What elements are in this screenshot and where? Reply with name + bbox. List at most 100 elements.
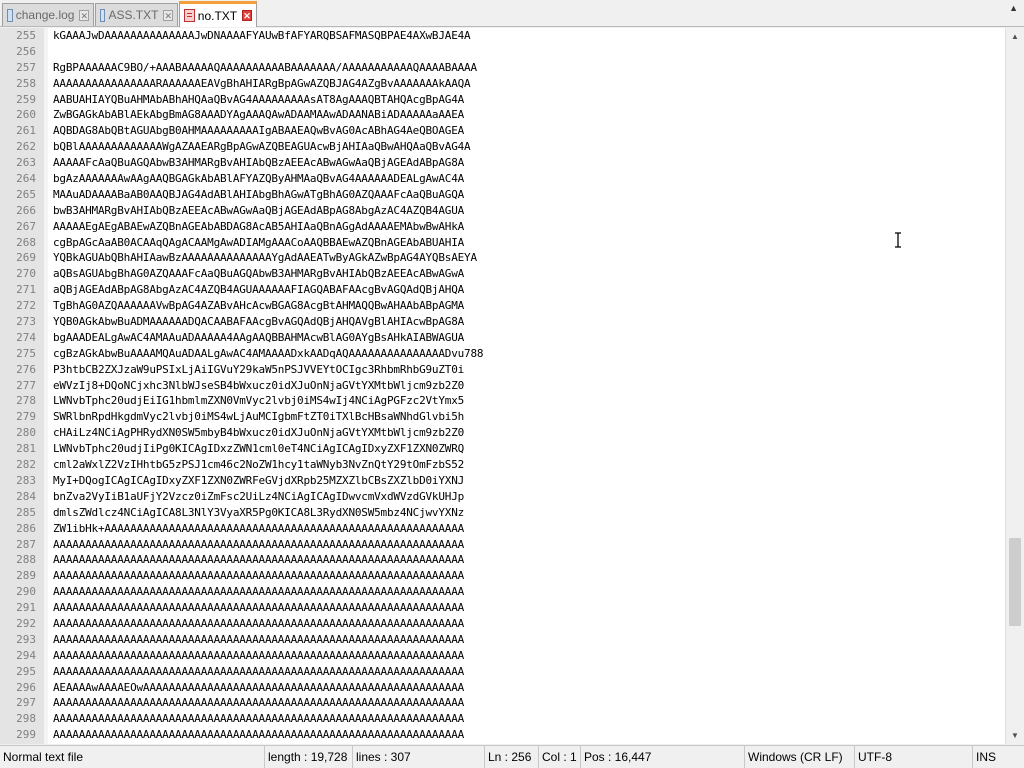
editor-line[interactable]: 280 cHAiLz4NCiAgPHRydXN0SW5mbyB4bWxucz0id… [0, 425, 1005, 441]
line-text[interactable]: bQBlAAAAAAAAAAAAAWgAZAAEARgBpAGwAZQBEAGU… [52, 139, 1005, 155]
editor-line[interactable]: 257 RgBPAAAAAAC9BO/+AAABAAAAAQAAAAAAAAAAB… [0, 60, 1005, 76]
line-text[interactable]: aQBjAGEAdABpAG8AbgAzAC4AZQB4AGUAAAAAAFIA… [52, 282, 1005, 298]
editor-line[interactable]: 264 bgAzAAAAAAAwAAgAAQBGAGkAbABlAFYAZQByA… [0, 171, 1005, 187]
line-text[interactable]: cHAiLz4NCiAgPHRydXN0SW5mbyB4bWxucz0idXJu… [52, 425, 1005, 441]
line-text[interactable]: AAAAAFcAaQBuAGQAbwB3AHMARgBvAHIAbQBzAEEA… [52, 155, 1005, 171]
editor-line[interactable]: 256 [0, 44, 1005, 60]
line-text[interactable]: AAAAAAAAAAAAAAAAAAAAAAAAAAAAAAAAAAAAAAAA… [52, 552, 1005, 568]
line-text[interactable]: AAAAAAAAAAAAAAAAAAAAAAAAAAAAAAAAAAAAAAAA… [52, 695, 1005, 711]
line-text[interactable]: cml2aWxlZ2VzIHhtbG5zPSJ1cm46c2NoZW1hcy1t… [52, 457, 1005, 473]
line-text[interactable]: RgBPAAAAAAC9BO/+AAABAAAAAQAAAAAAAAAABAAA… [52, 60, 1005, 76]
editor-line[interactable]: 295 AAAAAAAAAAAAAAAAAAAAAAAAAAAAAAAAAAAAA… [0, 664, 1005, 680]
line-text[interactable]: AAAAAAAAAAAAAAAAAAAAAAAAAAAAAAAAAAAAAAAA… [52, 711, 1005, 727]
status-eol[interactable]: Windows (CR LF) [744, 746, 854, 768]
editor-line[interactable]: 288 AAAAAAAAAAAAAAAAAAAAAAAAAAAAAAAAAAAAA… [0, 552, 1005, 568]
line-text[interactable]: kGAAAJwDAAAAAAAAAAAAAAJwDNAAAAFYAUwBfAFY… [52, 28, 1005, 44]
line-text[interactable]: TgBhAG0AZQAAAAAAVwBpAG4AZABvAHcAcwBGAG8A… [52, 298, 1005, 314]
editor-line[interactable]: 279 SWRlbnRpdHkgdmVyc2lvbj0iMS4wLjAuMCIgb… [0, 409, 1005, 425]
tab-ass-txt[interactable]: ASS.TXT ✕ [95, 3, 178, 26]
line-text[interactable]: dmlsZWdlcz4NCiAgICA8L3NlY3VyaXR5Pg0KICA8… [52, 505, 1005, 521]
close-tab-icon[interactable]: ✕ [242, 10, 252, 21]
line-text[interactable]: AAAAAEgAEgABAEwAZQBnAGEAbABDAG8AcAB5AHIA… [52, 219, 1005, 235]
editor-line[interactable]: 272 TgBhAG0AZQAAAAAAVwBpAG4AZABvAHcAcwBGA… [0, 298, 1005, 314]
editor-line[interactable]: 278 LWNvbTphc20udjEiIG1hbmlmZXN0VmVyc2lvb… [0, 393, 1005, 409]
editor-line[interactable]: 287 AAAAAAAAAAAAAAAAAAAAAAAAAAAAAAAAAAAAA… [0, 537, 1005, 553]
close-tab-icon[interactable]: ✕ [163, 9, 173, 21]
editor-line[interactable]: 262 bQBlAAAAAAAAAAAAAWgAZAAEARgBpAGwAZQBE… [0, 139, 1005, 155]
line-text[interactable]: SWRlbnRpdHkgdmVyc2lvbj0iMS4wLjAuMCIgbmFt… [52, 409, 1005, 425]
scrollbar-thumb[interactable] [1009, 538, 1021, 626]
editor-line[interactable]: 267 AAAAAEgAEgABAEwAZQBnAGEAbABDAG8AcAB5A… [0, 219, 1005, 235]
line-text[interactable]: ZW1ibHk+AAAAAAAAAAAAAAAAAAAAAAAAAAAAAAAA… [52, 521, 1005, 537]
editor-line[interactable]: 276 P3htbCB2ZXJzaW9uPSIxLjAiIGVuY29kaW5nP… [0, 362, 1005, 378]
close-tab-icon[interactable]: ✕ [79, 9, 89, 21]
line-text[interactable]: AAAAAAAAAAAAAAAAAAAAAAAAAAAAAAAAAAAAAAAA… [52, 727, 1005, 743]
editor-line[interactable]: 284 bnZva2VyIiB1aUFjY2Vzcz0iZmFsc2UiLz4NC… [0, 489, 1005, 505]
status-insert-mode[interactable]: INS [972, 746, 1024, 768]
line-text[interactable]: bgAAADEALgAwAC4AMAAuADAAAAA4AAgAAQBBAHMA… [52, 330, 1005, 346]
editor-line[interactable]: 269 YQBkAGUAbQBhAHIAawBzAAAAAAAAAAAAAAYgA… [0, 250, 1005, 266]
line-text[interactable]: AAAAAAAAAAAAAAAAAAAAAAAAAAAAAAAAAAAAAAAA… [52, 600, 1005, 616]
tab-change-log[interactable]: change.log ✕ [2, 3, 94, 26]
editor-line[interactable]: 296 AEAAAAwAAAAEOwAAAAAAAAAAAAAAAAAAAAAAA… [0, 680, 1005, 696]
line-text[interactable]: AAAAAAAAAAAAAAAAAAAAAAAAAAAAAAAAAAAAAAAA… [52, 584, 1005, 600]
editor-line[interactable]: 283 MyI+DQogICAgICAgIDxyZXF1ZXN0ZWRFeGVjd… [0, 473, 1005, 489]
editor-line[interactable]: 290 AAAAAAAAAAAAAAAAAAAAAAAAAAAAAAAAAAAAA… [0, 584, 1005, 600]
editor-line[interactable]: 255 kGAAAJwDAAAAAAAAAAAAAAJwDNAAAAFYAUwBf… [0, 28, 1005, 44]
line-text[interactable]: AAAAAAAAAAAAAAAAAAAAAAAAAAAAAAAAAAAAAAAA… [52, 664, 1005, 680]
editor-line[interactable]: 271 aQBjAGEAdABpAG8AbgAzAC4AZQB4AGUAAAAAA… [0, 282, 1005, 298]
editor-line[interactable]: 258 AAAAAAAAAAAAAAAARAAAAAAEAVgBhAHIARgBp… [0, 76, 1005, 92]
line-text[interactable]: AQBDAG8AbQBtAGUAbgB0AHMAAAAAAAAAIgABAAEA… [52, 123, 1005, 139]
editor-line[interactable]: 292 AAAAAAAAAAAAAAAAAAAAAAAAAAAAAAAAAAAAA… [0, 616, 1005, 632]
scroll-down-icon[interactable]: ▼ [1006, 727, 1024, 744]
editor-line[interactable]: 275 cgBzAGkAbwBuAAAAMQAuADAALgAwAC4AMAAAA… [0, 346, 1005, 362]
vertical-scrollbar[interactable]: ▲ ▼ [1005, 28, 1024, 744]
line-text[interactable]: AAAAAAAAAAAAAAAARAAAAAAEAVgBhAHIARgBpAGw… [52, 76, 1005, 92]
line-text[interactable]: AABUAHIAYQBuAHMAbABhAHQAaQBvAG4AAAAAAAAA… [52, 92, 1005, 108]
editor-line[interactable]: 299 AAAAAAAAAAAAAAAAAAAAAAAAAAAAAAAAAAAAA… [0, 727, 1005, 743]
line-text[interactable]: aQBsAGUAbgBhAG0AZQAAAFcAaQBuAGQAbwB3AHMA… [52, 266, 1005, 282]
editor-line[interactable]: 268 cgBpAGcAaAB0ACAAqQAgACAAMgAwADIAMgAAA… [0, 235, 1005, 251]
editor-line[interactable]: 291 AAAAAAAAAAAAAAAAAAAAAAAAAAAAAAAAAAAAA… [0, 600, 1005, 616]
editor-line[interactable]: 294 AAAAAAAAAAAAAAAAAAAAAAAAAAAAAAAAAAAAA… [0, 648, 1005, 664]
scroll-up-icon[interactable]: ▲ [1006, 28, 1024, 45]
editor-line[interactable]: 263 AAAAAFcAaQBuAGQAbwB3AHMARgBvAHIAbQBzA… [0, 155, 1005, 171]
status-encoding[interactable]: UTF-8 [854, 746, 972, 768]
editor-line[interactable]: 274 bgAAADEALgAwAC4AMAAuADAAAAA4AAgAAQBBA… [0, 330, 1005, 346]
line-text[interactable]: AAAAAAAAAAAAAAAAAAAAAAAAAAAAAAAAAAAAAAAA… [52, 568, 1005, 584]
line-text[interactable]: AEAAAAwAAAAEOwAAAAAAAAAAAAAAAAAAAAAAAAAA… [52, 680, 1005, 696]
editor-line[interactable]: 266 bwB3AHMARgBvAHIAbQBzAEEAcABwAGwAaQBjA… [0, 203, 1005, 219]
line-text[interactable]: MAAuADAAAABaAB0AAQBJAG4AdABlAHIAbgBhAGwA… [52, 187, 1005, 203]
line-text[interactable]: MyI+DQogICAgICAgIDxyZXF1ZXN0ZWRFeGVjdXRp… [52, 473, 1005, 489]
line-text[interactable]: bwB3AHMARgBvAHIAbQBzAEEAcABwAGwAaQBjAGEA… [52, 203, 1005, 219]
line-text[interactable]: AAAAAAAAAAAAAAAAAAAAAAAAAAAAAAAAAAAAAAAA… [52, 632, 1005, 648]
editor-line[interactable]: 260 ZwBGAGkAbABlAEkAbgBmAG8AAADYAgAAAQAwA… [0, 107, 1005, 123]
editor-line[interactable]: 286 ZW1ibHk+AAAAAAAAAAAAAAAAAAAAAAAAAAAAA… [0, 521, 1005, 537]
line-text[interactable]: bnZva2VyIiB1aUFjY2Vzcz0iZmFsc2UiLz4NCiAg… [52, 489, 1005, 505]
line-text[interactable]: AAAAAAAAAAAAAAAAAAAAAAAAAAAAAAAAAAAAAAAA… [52, 616, 1005, 632]
tab-scroll-icon[interactable]: ▲ [1009, 3, 1018, 13]
line-text[interactable]: YQBkAGUAbQBhAHIAawBzAAAAAAAAAAAAAAYgAdAA… [52, 250, 1005, 266]
editor-line[interactable]: 281 LWNvbTphc20udjIiPg0KICAgIDxzZWN1cml0e… [0, 441, 1005, 457]
editor-line[interactable]: 285 dmlsZWdlcz4NCiAgICA8L3NlY3VyaXR5Pg0KI… [0, 505, 1005, 521]
line-text[interactable]: P3htbCB2ZXJzaW9uPSIxLjAiIGVuY29kaW5nPSJV… [52, 362, 1005, 378]
line-text[interactable]: ZwBGAGkAbABlAEkAbgBmAG8AAADYAgAAAQAwADAA… [52, 107, 1005, 123]
editor-line[interactable]: 289 AAAAAAAAAAAAAAAAAAAAAAAAAAAAAAAAAAAAA… [0, 568, 1005, 584]
editor-line[interactable]: 282 cml2aWxlZ2VzIHhtbG5zPSJ1cm46c2NoZW1hc… [0, 457, 1005, 473]
line-text[interactable]: LWNvbTphc20udjIiPg0KICAgIDxzZWN1cml0eT4N… [52, 441, 1005, 457]
editor-line[interactable]: 298 AAAAAAAAAAAAAAAAAAAAAAAAAAAAAAAAAAAAA… [0, 711, 1005, 727]
editor-line[interactable]: 265 MAAuADAAAABaAB0AAQBJAG4AdABlAHIAbgBhA… [0, 187, 1005, 203]
editor-line[interactable]: 259 AABUAHIAYQBuAHMAbABhAHQAaQBvAG4AAAAAA… [0, 92, 1005, 108]
editor-line[interactable]: 273 YQB0AGkAbwBuADMAAAAAADQACAABAFAAcgBvA… [0, 314, 1005, 330]
text-editor[interactable]: 255 kGAAAJwDAAAAAAAAAAAAAAJwDNAAAAFYAUwBf… [0, 28, 1024, 744]
line-text[interactable]: cgBzAGkAbwBuAAAAMQAuADAALgAwAC4AMAAAADxk… [52, 346, 1005, 362]
line-text[interactable]: eWVzIj8+DQoNCjxhc3NlbWJseSB4bWxucz0idXJu… [52, 378, 1005, 394]
editor-line[interactable]: 270 aQBsAGUAbgBhAG0AZQAAAFcAaQBuAGQAbwB3A… [0, 266, 1005, 282]
line-text[interactable]: LWNvbTphc20udjEiIG1hbmlmZXN0VmVyc2lvbj0i… [52, 393, 1005, 409]
line-text[interactable]: bgAzAAAAAAAwAAgAAQBGAGkAbABlAFYAZQByAHMA… [52, 171, 1005, 187]
line-text[interactable]: AAAAAAAAAAAAAAAAAAAAAAAAAAAAAAAAAAAAAAAA… [52, 648, 1005, 664]
editor-line[interactable]: 277 eWVzIj8+DQoNCjxhc3NlbWJseSB4bWxucz0id… [0, 378, 1005, 394]
tab-no-txt[interactable]: no.TXT ✕ [179, 1, 257, 27]
editor-line[interactable]: 297 AAAAAAAAAAAAAAAAAAAAAAAAAAAAAAAAAAAAA… [0, 695, 1005, 711]
line-text[interactable]: AAAAAAAAAAAAAAAAAAAAAAAAAAAAAAAAAAAAAAAA… [52, 537, 1005, 553]
